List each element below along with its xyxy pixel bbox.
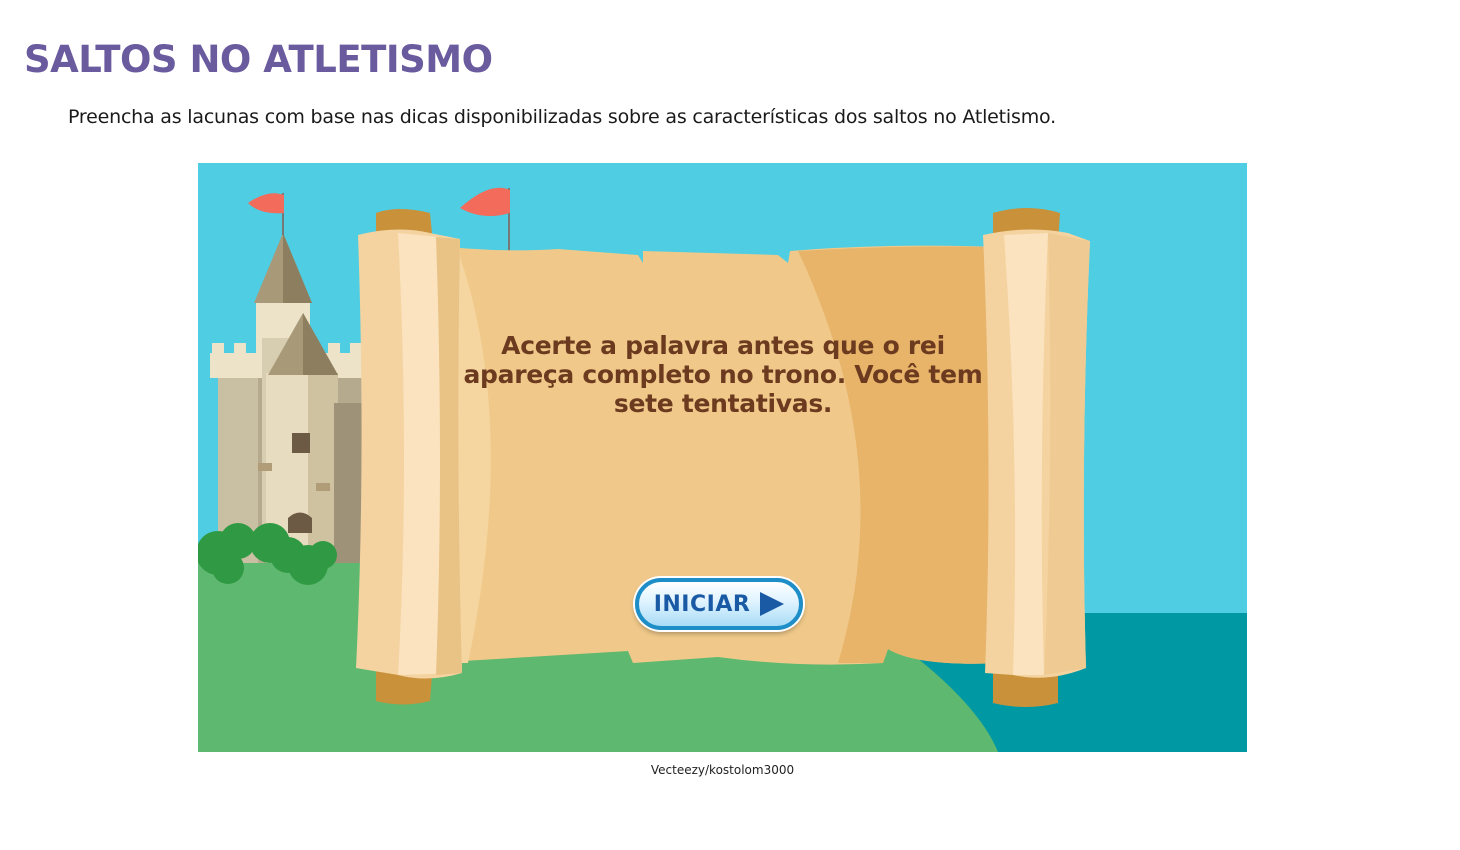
parchment-scroll <box>356 208 1090 707</box>
message-line: Acerte a palavra antes que o rei <box>501 331 945 360</box>
start-button[interactable]: INICIAR <box>635 578 803 630</box>
image-credit: Vecteezy/kostolom3000 <box>650 763 795 777</box>
instructions-text: Preencha as lacunas com base nas dicas d… <box>68 106 1056 128</box>
game-instructions-message: Acerte a palavra antes que o rei apareça… <box>438 331 1008 418</box>
play-arrow-icon <box>760 592 785 616</box>
game-scene-background <box>198 163 1247 752</box>
message-line: apareça completo no trono. Você tem <box>463 360 983 389</box>
message-line: sete tentativas. <box>613 389 833 418</box>
hangman-game-frame[interactable]: Acerte a palavra antes que o rei apareça… <box>198 163 1247 752</box>
start-button-label: INICIAR <box>653 591 751 617</box>
page-title: SALTOS NO ATLETISMO <box>24 38 493 81</box>
